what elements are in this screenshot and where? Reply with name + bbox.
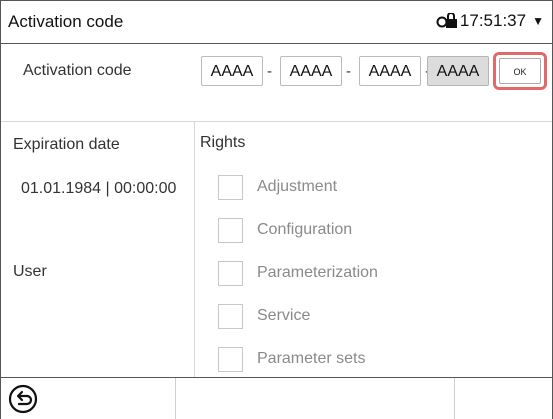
right-item-adjustment[interactable]: Adjustment — [218, 175, 518, 201]
user-label: User — [13, 263, 47, 280]
right-item-label: Configuration — [257, 221, 353, 238]
right-item-parameter-sets[interactable]: Parameter sets — [218, 347, 518, 373]
section-divider — [1, 121, 552, 122]
code-separator: - — [346, 63, 351, 80]
right-item-label: Service — [257, 307, 311, 324]
right-item-service[interactable]: Service — [218, 304, 518, 330]
title-bar: Activation code 17:51:37 ▼ — [1, 1, 552, 44]
right-item-parameterization[interactable]: Parameterization — [218, 261, 518, 287]
lock-icon — [436, 13, 457, 28]
rights-title: Rights — [200, 134, 246, 151]
right-item-label: Adjustment — [257, 178, 338, 195]
column-divider — [194, 121, 195, 377]
right-item-label: Parameterization — [257, 264, 378, 281]
activation-code-label: Activation code — [23, 62, 132, 79]
ok-button[interactable]: OK — [499, 58, 541, 84]
checkbox[interactable] — [218, 347, 243, 372]
page-title: Activation code — [8, 12, 124, 31]
code-segment-3[interactable]: AAAA — [359, 56, 421, 86]
code-segment-1[interactable]: AAAA — [201, 56, 263, 86]
right-item-configuration[interactable]: Configuration — [218, 218, 518, 244]
checkbox[interactable] — [218, 175, 243, 200]
expiration-date-value: 01.01.1984 | 00:00:00 — [21, 180, 177, 197]
expiration-date-label: Expiration date — [13, 136, 120, 153]
right-item-label: Parameter sets — [257, 350, 366, 367]
toolbar-separator — [175, 378, 176, 419]
code-separator: - — [267, 63, 272, 80]
code-segment-4[interactable]: AAAA — [427, 56, 489, 86]
checkbox[interactable] — [218, 218, 243, 243]
clock-time: 17:51:37 — [459, 11, 527, 30]
checkbox[interactable] — [218, 261, 243, 286]
back-arrow-icon[interactable] — [8, 384, 38, 414]
toolbar-separator — [454, 378, 455, 419]
bottom-toolbar — [1, 377, 552, 419]
window-frame: Activation code 17:51:37 ▼ Activation co… — [0, 0, 553, 419]
checkbox[interactable] — [218, 304, 243, 329]
dropdown-arrow-icon[interactable]: ▼ — [532, 14, 544, 28]
code-segment-2[interactable]: AAAA — [280, 56, 342, 86]
ok-button-highlight: OK — [493, 52, 547, 90]
activation-code-row: Activation code AAAA - AAAA - AAAA - AAA… — [1, 44, 552, 100]
status-area: 17:51:37 ▼ — [436, 11, 544, 31]
